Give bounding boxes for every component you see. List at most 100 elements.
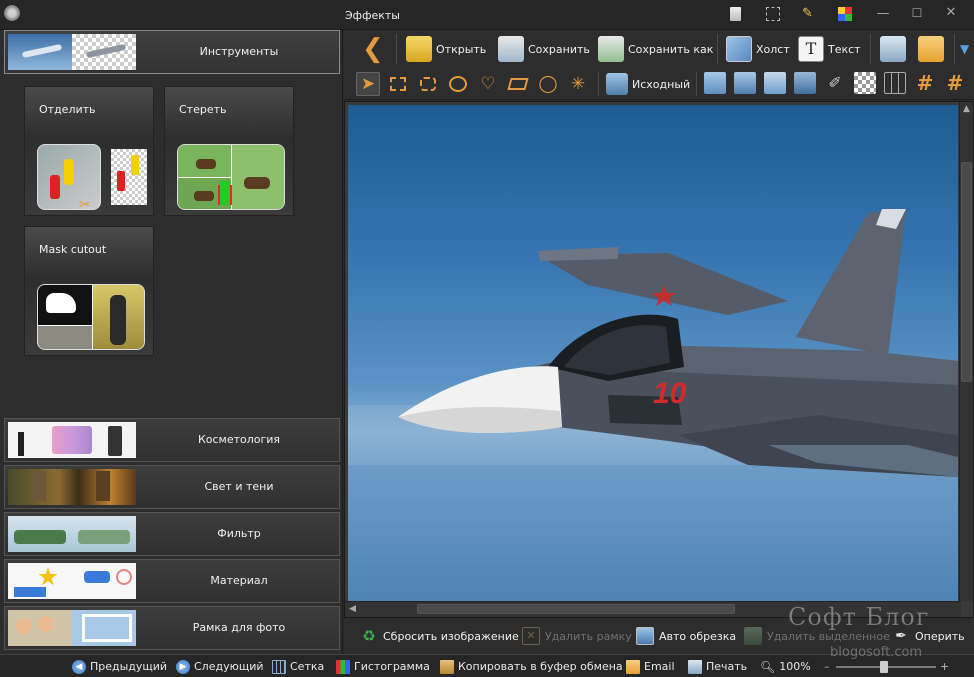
maximize-button[interactable]: ☐ — [902, 6, 932, 24]
original-button[interactable]: Исходный — [606, 68, 690, 100]
vertical-scrollbar[interactable]: ▲ — [959, 102, 973, 601]
effect-icon[interactable] — [764, 72, 786, 94]
lasso-select-tool[interactable]: ◯ — [536, 72, 560, 96]
feather-icon: ✒ — [895, 628, 907, 644]
tool-title: Отделить — [39, 103, 96, 116]
magic-wand-icon: ✳ — [570, 74, 586, 94]
filter-thumbnail — [8, 516, 136, 552]
feather-button[interactable]: ✒ Оперить — [892, 624, 965, 648]
effect-icon[interactable] — [704, 72, 726, 94]
material-thumbnail — [8, 563, 136, 599]
fullscreen-icon[interactable] — [766, 7, 780, 21]
grid-icon[interactable]: # — [944, 72, 966, 94]
ellipse-select-tool[interactable] — [446, 72, 470, 96]
brush-icon[interactable]: ✐ — [824, 72, 846, 94]
effect-icon[interactable] — [734, 72, 756, 94]
text-button[interactable]: T Текст — [798, 30, 861, 68]
back-button[interactable]: ❮ — [362, 30, 384, 68]
delete-selected-button[interactable]: Удалить выделенное — [744, 624, 890, 648]
transparency-icon[interactable] — [854, 72, 876, 94]
next-label: Следующий — [194, 660, 264, 673]
category-label: Косметология — [197, 433, 281, 446]
rounded-rect-select-tool[interactable] — [416, 72, 440, 96]
canvas-button[interactable]: Холст — [726, 30, 790, 68]
polygon-icon — [507, 78, 529, 90]
save-label: Сохранить — [528, 42, 590, 56]
light-shadow-thumbnail — [8, 469, 136, 505]
app-icon — [4, 5, 20, 21]
palette-icon[interactable] — [838, 7, 852, 21]
canvas-label: Холст — [756, 42, 790, 56]
original-label: Исходный — [632, 77, 691, 91]
grid-icon[interactable]: # — [914, 72, 936, 94]
open-button[interactable]: Открыть — [406, 30, 486, 68]
email-status-button[interactable]: Email — [626, 658, 675, 675]
category-light-shadow[interactable]: Свет и тени — [4, 465, 340, 509]
more-button[interactable]: ▼ — [960, 30, 969, 68]
zoom-in-button[interactable]: + — [940, 658, 949, 675]
reset-image-label: Сбросить изображение — [383, 629, 519, 643]
perspective-grid-icon[interactable] — [884, 72, 906, 94]
scroll-up-icon[interactable]: ▲ — [963, 104, 970, 114]
magic-wand-tool[interactable]: ✳ — [566, 72, 590, 96]
delete-frame-icon: ✕ — [522, 627, 540, 645]
auto-crop-button[interactable]: Авто обрезка — [636, 624, 736, 648]
clipboard-icon — [440, 659, 454, 674]
tool-card-separate[interactable]: Отделить ✂ — [24, 86, 154, 216]
previous-label: Предыдущий — [90, 660, 168, 673]
category-photo-frame[interactable]: Рамка для фото — [4, 606, 340, 650]
photo-frame-thumbnail — [8, 610, 136, 646]
zoom-slider-track[interactable] — [836, 661, 936, 673]
reset-image-button[interactable]: ♻ Сбросить изображение — [360, 624, 519, 648]
image-canvas[interactable]: 10 ▲ ◀ — [344, 101, 974, 618]
histogram-button[interactable]: Гистограмма — [336, 658, 430, 675]
text-label: Текст — [828, 42, 861, 56]
lasso-icon: ◯ — [538, 74, 558, 94]
email-button[interactable] — [918, 30, 944, 68]
tool-card-erase[interactable]: Стереть — [164, 86, 294, 216]
zoom-slider-thumb[interactable] — [880, 661, 888, 673]
horizontal-scrollbar[interactable]: ◀ — [345, 601, 961, 617]
chevron-down-icon: ▼ — [960, 42, 970, 56]
save-button[interactable]: Сохранить — [498, 30, 590, 68]
close-button[interactable]: ✕ — [936, 5, 966, 23]
category-filter[interactable]: Фильтр — [4, 512, 340, 556]
effect-icon[interactable] — [794, 72, 816, 94]
category-cosmetology[interactable]: Косметология — [4, 418, 340, 462]
category-label: Инструменты — [199, 45, 279, 58]
print-label: Печать — [706, 660, 748, 673]
vertical-scroll-thumb[interactable] — [961, 162, 972, 382]
print-status-button[interactable]: Печать — [688, 658, 747, 675]
previous-button[interactable]: ◀ Предыдущий — [72, 658, 167, 675]
save-as-icon — [598, 36, 624, 62]
arrow-cursor-icon: ➤ — [360, 74, 376, 94]
aircraft-photo[interactable]: 10 — [348, 105, 958, 601]
delete-frame-button[interactable]: ✕ Удалить рамку — [522, 624, 632, 648]
tool-card-mask-cutout[interactable]: Mask cutout — [24, 226, 154, 356]
scroll-left-icon[interactable]: ◀ — [349, 604, 356, 614]
transparent-preview-image — [111, 149, 147, 205]
scissors-icon: ✂ — [79, 197, 91, 213]
separate-preview-image — [37, 144, 101, 210]
pointer-tool[interactable]: ➤ — [356, 72, 380, 96]
rect-select-tool[interactable] — [386, 72, 410, 96]
zoom-out-button[interactable]: – — [824, 658, 830, 675]
save-as-button[interactable]: Сохранить как — [598, 30, 713, 68]
save-icon — [498, 36, 524, 62]
action-bar: ♻ Сбросить изображение ✕ Удалить рамку А… — [344, 619, 974, 653]
horizontal-scroll-thumb[interactable] — [417, 604, 735, 614]
minimize-button[interactable]: — — [868, 6, 898, 24]
heart-select-tool[interactable]: ♡ — [476, 72, 500, 96]
document-icon[interactable] — [730, 7, 741, 21]
copy-clipboard-button[interactable]: Копировать в буфер обмена — [440, 658, 623, 675]
print-button[interactable] — [880, 30, 906, 68]
next-button[interactable]: ▶ Следующий — [176, 658, 264, 675]
grid-button[interactable]: Сетка — [272, 658, 324, 675]
mask-cutout-preview-image — [37, 284, 145, 350]
pencil-icon[interactable]: ✎ — [802, 7, 816, 21]
histogram-label: Гистограмма — [354, 660, 430, 673]
category-tools[interactable]: Инструменты — [4, 30, 340, 74]
category-material[interactable]: Материал — [4, 559, 340, 603]
canvas-icon — [726, 36, 752, 62]
polygon-select-tool[interactable] — [506, 72, 530, 96]
